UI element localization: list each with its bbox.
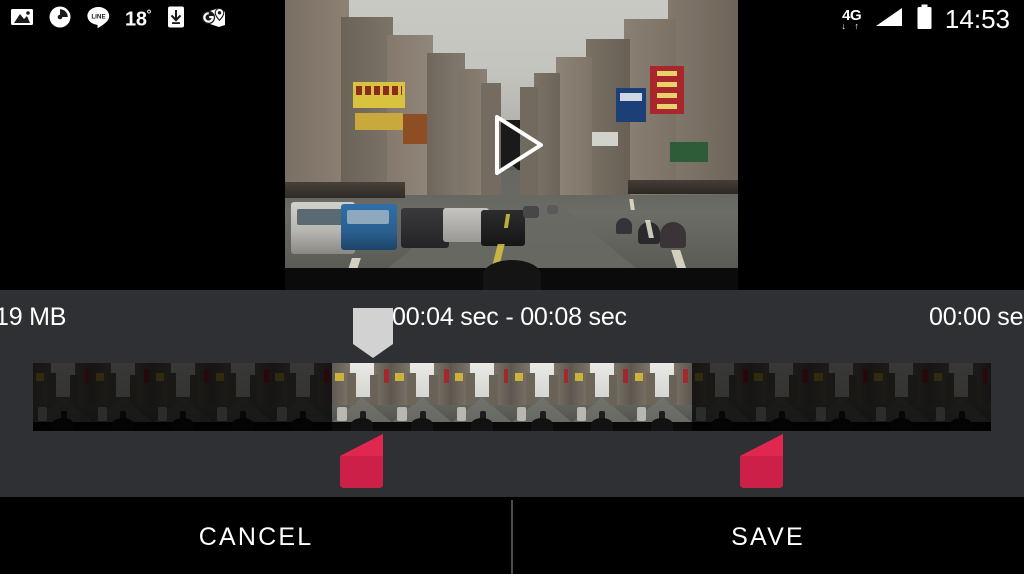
playhead-pin-icon (353, 308, 393, 358)
camera-recorder-icon (48, 5, 72, 34)
vehicle-distant-2 (547, 205, 558, 214)
filmstrip-frame[interactable] (931, 363, 991, 431)
vehicle-distant-1 (523, 206, 539, 218)
photo-gallery-icon (10, 5, 34, 34)
network-type-indicator: 4G ↓ ↑ (841, 8, 862, 31)
signal-bars-icon (874, 5, 904, 34)
status-bar-clock: 14:53 (944, 4, 1010, 34)
shop-sign-blue (616, 88, 646, 122)
filmstrip-frame[interactable] (212, 363, 273, 431)
video-preview-surface[interactable] (285, 0, 738, 290)
video-trim-editor-panel: 19 MB 00:04 sec - 00:08 sec 00:00 sec (0, 290, 1024, 497)
trim-end-handle[interactable] (740, 434, 783, 488)
scooter-right-2 (660, 222, 686, 248)
filmstrip-frame[interactable] (512, 363, 572, 431)
filmstrip-frame[interactable] (871, 363, 932, 431)
play-button[interactable] (471, 104, 553, 186)
svg-text:LINE: LINE (91, 13, 105, 20)
shop-sign-green (670, 142, 708, 162)
shop-sign-yellow-2 (355, 113, 403, 130)
shop-sign-yellow-1 (353, 82, 405, 108)
trim-handle-icon (740, 434, 783, 488)
filmstrip-frame[interactable] (152, 363, 213, 431)
vehicle-center-car (481, 210, 525, 246)
filmstrip-timeline[interactable] (33, 363, 991, 431)
download-icon (165, 5, 187, 34)
temperature-value: 18 (125, 8, 147, 31)
status-bar-system: 4G ↓ ↑ 14:53 (841, 0, 1010, 38)
weather-temperature-indicator: 18° (125, 8, 151, 30)
status-bar-notifications: LINE 18° (10, 0, 227, 38)
line-app-icon: LINE (86, 5, 111, 34)
app-screen: LINE 18° 4G ↓ ↑ 14:53 19 MB 00:04 sec - … (0, 0, 1024, 574)
filmstrip-frame[interactable] (811, 363, 872, 431)
selected-range-label: 00:04 sec - 00:08 sec (392, 303, 627, 331)
awning-right (628, 180, 738, 194)
play-triangle-icon (494, 115, 543, 175)
shop-sign-white (592, 132, 618, 146)
filmstrip-frame[interactable] (751, 363, 812, 431)
scooter-right-3 (616, 218, 632, 234)
save-button[interactable]: SAVE (512, 500, 1024, 574)
filmstrip-frame[interactable] (392, 363, 453, 431)
filmstrip-frame[interactable] (92, 363, 153, 431)
degree-symbol: ° (146, 7, 152, 22)
button-bar-divider (511, 500, 513, 574)
battery-full-icon (916, 4, 933, 35)
filmstrip-frame[interactable] (631, 363, 692, 431)
trim-handle-icon (340, 434, 383, 488)
editor-info-row: 19 MB 00:04 sec - 00:08 sec 00:00 sec (0, 300, 1024, 334)
shop-sign-brown (403, 114, 427, 144)
vehicle-blue-truck (341, 204, 397, 250)
vehicle-dark-car (401, 208, 449, 248)
filmstrip-frame[interactable] (691, 363, 752, 431)
trim-start-handle[interactable] (340, 434, 383, 488)
filmstrip-frame[interactable] (571, 363, 632, 431)
building-right-4 (556, 57, 592, 195)
filmstrip-frame[interactable] (272, 363, 333, 431)
playhead-marker[interactable] (353, 308, 393, 358)
network-type-label: 4G (842, 6, 862, 24)
google-maps-icon (201, 5, 227, 34)
awning-left (285, 182, 405, 198)
end-time-label: 00:00 sec (929, 303, 1024, 331)
filmstrip-frame[interactable] (33, 363, 93, 431)
shop-sign-red (650, 66, 684, 114)
car-hood-silhouette (285, 268, 738, 290)
cancel-button[interactable]: CANCEL (0, 500, 512, 574)
network-traffic-arrows: ↓ ↑ (841, 20, 862, 31)
filmstrip-frame[interactable] (452, 363, 512, 431)
file-size-label: 19 MB (0, 303, 67, 331)
building-left-1 (285, 0, 349, 195)
filmstrip-frame[interactable] (332, 363, 393, 431)
